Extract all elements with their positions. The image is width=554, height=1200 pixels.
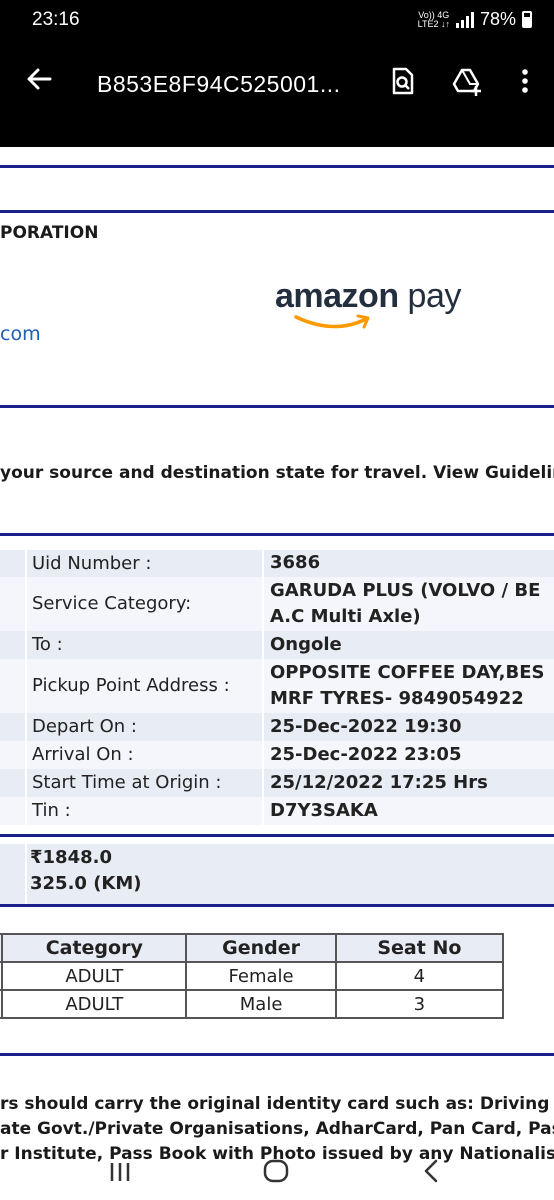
distance: 325.0 (KM)	[30, 873, 142, 894]
back-arrow-icon[interactable]	[24, 64, 54, 94]
recent-apps-icon[interactable]	[100, 1154, 140, 1188]
divider	[0, 210, 554, 213]
info-row-to: To : Ongole	[0, 631, 554, 659]
more-vert-icon[interactable]	[510, 66, 540, 96]
guidelines-text[interactable]: your source and destination state for tr…	[0, 463, 554, 483]
signal-icon	[455, 11, 474, 28]
fare-box: ₹1848.0 325.0 (KM)	[0, 844, 554, 904]
status-indicators: Vo)) 4G LTE2 ↓↑ 78%	[418, 9, 532, 30]
battery-icon	[522, 11, 532, 28]
document-search-icon[interactable]	[388, 66, 418, 96]
corporation-name: PORATION	[0, 223, 99, 243]
divider	[0, 834, 554, 837]
divider	[0, 405, 554, 408]
info-row-pickup-address: Pickup Point Address : OPPOSITE COFFEE D…	[0, 659, 554, 713]
passenger-table: Category Gender Seat No ADULT Female 4 A…	[0, 933, 505, 1019]
amazon-smile-icon	[294, 314, 370, 329]
info-row-service-category: Service Category: GARUDA PLUS (VOLVO / B…	[0, 577, 554, 631]
app-bar: B853E8F94C525001...	[0, 44, 554, 147]
table-header-row: Category Gender Seat No	[0, 933, 505, 963]
amazon-pay-logo: amazon pay	[272, 277, 492, 337]
divider	[0, 165, 554, 168]
divider	[0, 904, 554, 907]
battery-percent: 78%	[479, 9, 516, 29]
info-row-tin: Tin : D7Y3SAKA	[0, 797, 554, 825]
system-nav-bar	[0, 1140, 554, 1200]
document-title: B853E8F94C525001...	[97, 71, 341, 97]
network-indicator: Vo)) 4G LTE2 ↓↑	[417, 9, 450, 29]
home-icon[interactable]	[256, 1154, 296, 1188]
info-row-arrival: Arrival On : 25-Dec-2022 23:05	[0, 741, 554, 769]
column-header: Category	[1, 933, 188, 963]
table-row: ADULT Male 3	[0, 989, 505, 1019]
website-link[interactable]: com	[0, 323, 41, 345]
column-header: Gender	[185, 933, 337, 963]
status-bar: 23:16 Vo)) 4G LTE2 ↓↑ 78%	[0, 0, 554, 44]
column-header: Seat No	[334, 933, 505, 963]
info-row-start-time: Start Time at Origin : 25/12/2022 17:25 …	[0, 769, 554, 797]
divider	[0, 533, 554, 536]
fare-amount: ₹1848.0	[30, 847, 112, 868]
drive-add-icon[interactable]	[452, 66, 482, 96]
info-row-depart: Depart On : 25-Dec-2022 19:30	[0, 713, 554, 741]
info-row-uid: Uid Number : 3686	[0, 550, 554, 577]
divider	[0, 1053, 554, 1056]
table-row: ADULT Female 4	[0, 961, 505, 991]
status-time: 23:16	[32, 9, 80, 30]
nav-back-icon[interactable]	[412, 1154, 452, 1188]
ticket-document[interactable]: PORATION com amazon pay your source and …	[0, 147, 554, 1200]
